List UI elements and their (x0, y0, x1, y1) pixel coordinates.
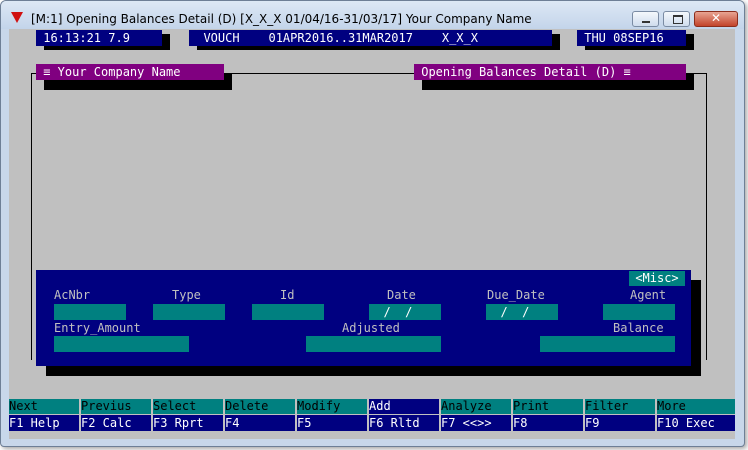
fkey-action-delete[interactable]: Delete (225, 399, 295, 414)
close-icon: ✕ (710, 11, 722, 25)
close-button[interactable]: ✕ (694, 11, 738, 27)
fkey-f6-related[interactable]: F6 Rltd (369, 415, 439, 431)
fkey-f4[interactable]: F4 (225, 415, 295, 431)
type-label: Type (172, 288, 201, 302)
id-field[interactable] (252, 304, 324, 320)
fkey-action-modify[interactable]: Modify (297, 399, 367, 414)
date-label: Date (387, 288, 416, 302)
terminal-screen: 16:13:21 7.9 VOUCH 01APR2016..31MAR2017 … (9, 29, 735, 439)
frame-left-border (31, 73, 32, 360)
fkey-action-next[interactable]: Next (9, 399, 79, 414)
fkey-f2-calc[interactable]: F2 Calc (81, 415, 151, 431)
app-window: [M:1] Opening Balances Detail (D) [X_X_X… (0, 0, 745, 447)
fkey-action-analyze[interactable]: Analyze (441, 399, 511, 414)
fkey-action-previous[interactable]: Previus (81, 399, 151, 414)
adjusted-field[interactable] (306, 336, 441, 352)
type-field[interactable] (153, 304, 225, 320)
balance-field[interactable] (540, 336, 675, 352)
due-date-label: Due_Date (487, 288, 545, 302)
screen-title-tab[interactable]: Opening Balances Detail (D) ≡ (414, 64, 686, 80)
fkey-f9[interactable]: F9 (585, 415, 655, 431)
agent-field[interactable] (603, 304, 675, 320)
minimize-button[interactable] (632, 11, 659, 27)
misc-button[interactable]: <Misc> (629, 271, 685, 286)
fkey-f8[interactable]: F8 (513, 415, 583, 431)
frame-right-border (706, 73, 707, 360)
voucher-info: VOUCH 01APR2016..31MAR2017 X_X_X (189, 30, 552, 46)
date-field[interactable]: / / (369, 304, 441, 320)
current-date: THU 08SEP16 (577, 30, 686, 46)
window-title: [M:1] Opening Balances Detail (D) [X_X_X… (31, 12, 532, 26)
clock-version: 16:13:21 7.9 (36, 30, 162, 46)
fkey-action-select[interactable]: Select (153, 399, 223, 414)
fkey-action-add[interactable]: Add (369, 399, 439, 414)
acnbr-field[interactable] (54, 304, 126, 320)
fkey-f1-help[interactable]: F1 Help (9, 415, 79, 431)
company-title-tab[interactable]: ≡ Your Company Name (36, 64, 224, 80)
maximize-icon (673, 15, 683, 24)
maximize-button[interactable] (663, 11, 690, 27)
minimize-icon (642, 21, 650, 23)
agent-label: Agent (630, 288, 667, 302)
fkey-f3-report[interactable]: F3 Rprt (153, 415, 223, 431)
adjusted-label: Adjusted (342, 321, 400, 335)
acnbr-label: AcNbr (54, 288, 91, 302)
detail-panel: <Misc> AcNbr Type Id Date Due_Date Agent… (36, 270, 691, 366)
due-date-field[interactable]: / / (486, 304, 558, 320)
balance-label: Balance (613, 321, 664, 335)
fkey-f5[interactable]: F5 (297, 415, 367, 431)
id-label: Id (280, 288, 295, 302)
fkey-action-filter[interactable]: Filter (585, 399, 655, 414)
fkey-action-more[interactable]: More (657, 399, 735, 414)
fkey-action-print[interactable]: Print (513, 399, 583, 414)
title-bar[interactable]: [M:1] Opening Balances Detail (D) [X_X_X… (1, 1, 744, 29)
fkey-f7-navigate[interactable]: F7 <<>> (441, 415, 511, 431)
entry-amount-field[interactable] (54, 336, 189, 352)
entry-amount-label: Entry_Amount (54, 321, 141, 335)
app-triangle-icon[interactable] (11, 12, 23, 23)
fkey-f10-execute[interactable]: F10 Exec (657, 415, 735, 431)
